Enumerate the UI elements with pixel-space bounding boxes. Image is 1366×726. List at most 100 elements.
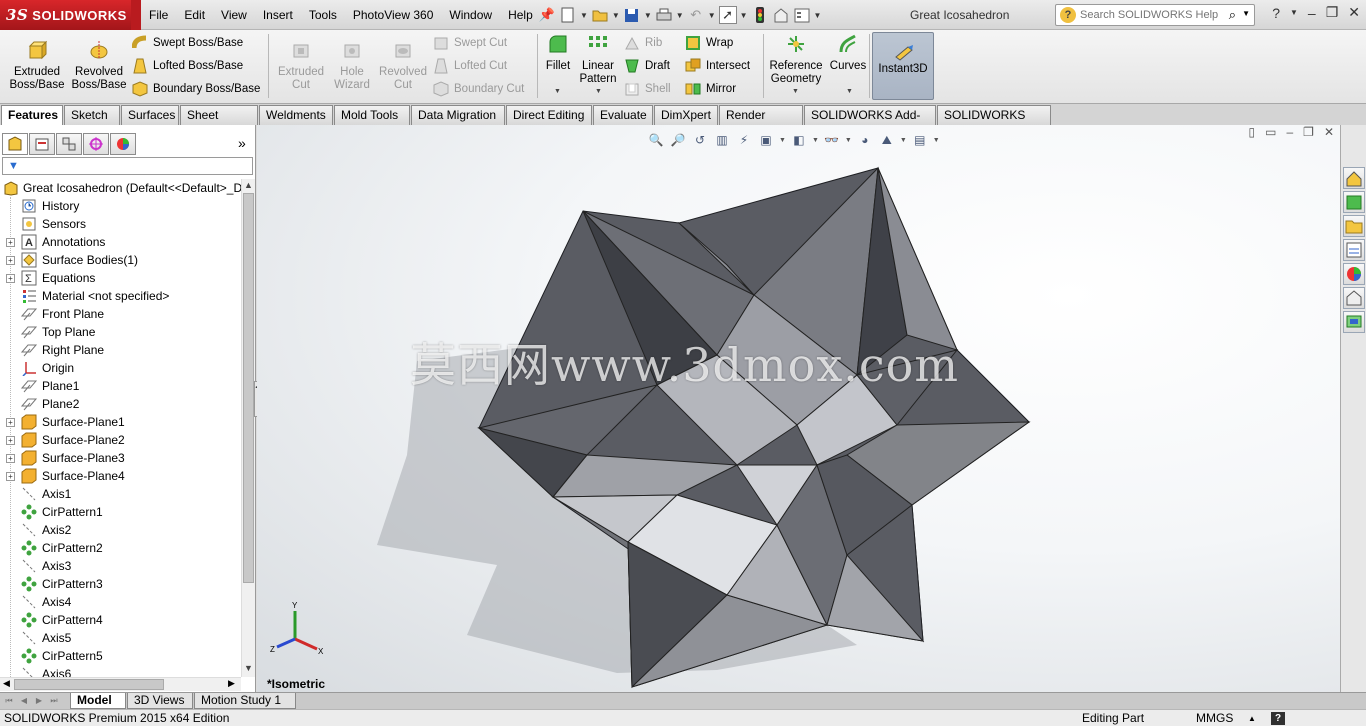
- minimize-icon[interactable]: –: [1308, 5, 1316, 21]
- tree-item-surface-plane3[interactable]: + Surface-Plane3: [0, 449, 241, 467]
- intersect-button[interactable]: Intersect: [685, 56, 750, 76]
- options-dropdown-icon[interactable]: ▼: [814, 11, 822, 20]
- viewport-split-icon[interactable]: ▯: [1249, 125, 1256, 139]
- menu-file[interactable]: File: [141, 0, 176, 30]
- save-dropdown-icon[interactable]: ▼: [644, 11, 652, 20]
- tree-item-equations[interactable]: + Σ Equations: [0, 269, 241, 287]
- swept-boss-button[interactable]: Swept Boss/Base: [132, 33, 243, 53]
- viewport-single-icon[interactable]: ▭: [1265, 125, 1276, 139]
- boundary-boss-button[interactable]: Boundary Boss/Base: [132, 79, 260, 99]
- tree-item-top-plane[interactable]: Top Plane: [0, 323, 241, 341]
- previous-view-icon[interactable]: ↺: [691, 131, 709, 149]
- previous-tab-icon[interactable]: ◀: [17, 694, 31, 708]
- tree-item-plane2[interactable]: Plane2: [0, 395, 241, 413]
- fillet-button[interactable]: Fillet: [541, 34, 575, 73]
- reference-dropdown-icon[interactable]: ▼: [792, 88, 799, 95]
- scroll-right-icon[interactable]: ▶: [228, 678, 235, 689]
- menu-help[interactable]: Help: [500, 0, 541, 30]
- apply-scene-icon[interactable]: ⛰: [878, 131, 896, 149]
- open-folder-icon[interactable]: [591, 6, 609, 24]
- tree-item-sensors[interactable]: Sensors: [0, 215, 241, 233]
- shell-button[interactable]: Shell: [624, 79, 671, 99]
- rib-button[interactable]: Rib: [624, 33, 662, 53]
- model-canvas[interactable]: [257, 125, 1340, 692]
- zoom-to-fit-icon[interactable]: 🔍: [647, 131, 665, 149]
- rebuild-traffic-light-icon[interactable]: [751, 6, 769, 24]
- tree-item-axis6[interactable]: Axis6: [0, 665, 241, 677]
- custom-properties-button[interactable]: [1343, 287, 1365, 309]
- tab-3d-views[interactable]: 3D Views: [127, 693, 193, 709]
- tab-sheet-metal[interactable]: Sheet Metal: [180, 105, 258, 140]
- select-arrow-icon[interactable]: ➚: [718, 6, 737, 24]
- expand-toggle-icon[interactable]: +: [6, 454, 15, 463]
- options-icon[interactable]: [793, 6, 811, 24]
- next-tab-icon[interactable]: ▶: [32, 694, 46, 708]
- lofted-boss-button[interactable]: Lofted Boss/Base: [132, 56, 243, 76]
- apply-scene-dropdown-icon[interactable]: ▼: [900, 137, 907, 144]
- tree-item-cirpattern1[interactable]: CirPattern1: [0, 503, 241, 521]
- scroll-up-icon[interactable]: ▲: [244, 180, 253, 190]
- tree-root-part[interactable]: Great Icosahedron (Default<<Default>_D: [0, 179, 241, 197]
- tree-item-cirpattern2[interactable]: CirPattern2: [0, 539, 241, 557]
- appearances-button[interactable]: [1343, 263, 1365, 285]
- scroll-thumb[interactable]: [243, 193, 254, 583]
- tab-solidworks-mbd[interactable]: SOLIDWORKS MBD: [937, 105, 1051, 140]
- save-icon[interactable]: [623, 6, 641, 24]
- graphics-area[interactable]: 🔍 🔎 ↺ ▥ ⚡ ▣ ▼ ◧ ▼ 👓 ▼ ◕ ⛰ ▼ ▤ ▼ ▯ ▭ – ❐ …: [257, 125, 1340, 692]
- tree-item-material-not-specified[interactable]: Material <not specified>: [0, 287, 241, 305]
- feature-filter-input[interactable]: ▼: [2, 157, 253, 175]
- zoom-to-area-icon[interactable]: 🔎: [669, 131, 687, 149]
- tab-render-tools[interactable]: Render Tools: [719, 105, 803, 140]
- tree-item-axis1[interactable]: Axis1: [0, 485, 241, 503]
- hide-show-dropdown-icon[interactable]: ▼: [845, 137, 852, 144]
- file-properties-icon[interactable]: [772, 6, 790, 24]
- search-box[interactable]: ? ⌕ ▼: [1055, 4, 1255, 26]
- view-orientation-icon[interactable]: ▣: [757, 131, 775, 149]
- fillet-dropdown-icon[interactable]: ▼: [554, 88, 561, 95]
- first-tab-icon[interactable]: ⏮: [2, 694, 16, 708]
- feature-tree-tab[interactable]: [2, 133, 28, 155]
- boundary-cut-button[interactable]: Boundary Cut: [433, 79, 524, 99]
- tree-item-axis3[interactable]: Axis3: [0, 557, 241, 575]
- search-dropdown-icon[interactable]: ▼: [1242, 9, 1250, 18]
- design-library-button[interactable]: [1343, 191, 1365, 213]
- scroll-down-icon[interactable]: ▼: [244, 663, 253, 673]
- tab-sketch[interactable]: Sketch: [64, 105, 120, 125]
- expand-toggle-icon[interactable]: +: [6, 472, 15, 481]
- tree-item-surface-bodies-1[interactable]: + Surface Bodies(1): [0, 251, 241, 269]
- file-explorer-button[interactable]: [1343, 215, 1365, 237]
- solidworks-logo[interactable]: 3S SOLIDWORKS: [0, 0, 131, 30]
- tree-item-axis2[interactable]: Axis2: [0, 521, 241, 539]
- menu-window[interactable]: Window: [441, 0, 500, 30]
- tree-item-axis4[interactable]: Axis4: [0, 593, 241, 611]
- tree-item-surface-plane2[interactable]: + Surface-Plane2: [0, 431, 241, 449]
- search-input[interactable]: [1080, 9, 1230, 21]
- expand-toggle-icon[interactable]: +: [6, 436, 15, 445]
- edit-appearance-icon[interactable]: ◕: [856, 131, 874, 149]
- tab-evaluate[interactable]: Evaluate: [593, 105, 653, 125]
- expand-toggle-icon[interactable]: +: [6, 418, 15, 427]
- wrap-button[interactable]: Wrap: [685, 33, 733, 53]
- select-dropdown-icon[interactable]: ▼: [740, 11, 748, 20]
- tree-item-annotations[interactable]: + A Annotations: [0, 233, 241, 251]
- print-icon[interactable]: [655, 6, 673, 24]
- close-icon[interactable]: ✕: [1348, 4, 1360, 21]
- menu-insert[interactable]: Insert: [255, 0, 301, 30]
- tab-features[interactable]: Features: [1, 105, 63, 126]
- linear-pattern-button[interactable]: Linear Pattern: [576, 34, 620, 86]
- solidworks-resources-button[interactable]: [1343, 167, 1365, 189]
- tab-data-migration[interactable]: Data Migration: [411, 105, 505, 125]
- display-manager-tab[interactable]: [110, 133, 136, 155]
- expand-toggle-icon[interactable]: +: [6, 256, 15, 265]
- tab-mold-tools[interactable]: Mold Tools: [334, 105, 410, 125]
- menu-photoview[interactable]: PhotoView 360: [345, 0, 442, 30]
- view-palette-button[interactable]: [1343, 239, 1365, 261]
- view-orientation-dropdown-icon[interactable]: ▼: [779, 137, 786, 144]
- help-dropdown-icon[interactable]: ▼: [1290, 8, 1298, 17]
- tree-item-surface-plane4[interactable]: + Surface-Plane4: [0, 467, 241, 485]
- extruded-cut-button[interactable]: Extruded Cut: [274, 40, 328, 92]
- dynamic-annotation-icon[interactable]: ⚡: [735, 131, 753, 149]
- viewport-restore-icon[interactable]: ❐: [1303, 125, 1314, 139]
- tree-item-right-plane[interactable]: Right Plane: [0, 341, 241, 359]
- dimxpert-manager-tab[interactable]: [83, 133, 109, 155]
